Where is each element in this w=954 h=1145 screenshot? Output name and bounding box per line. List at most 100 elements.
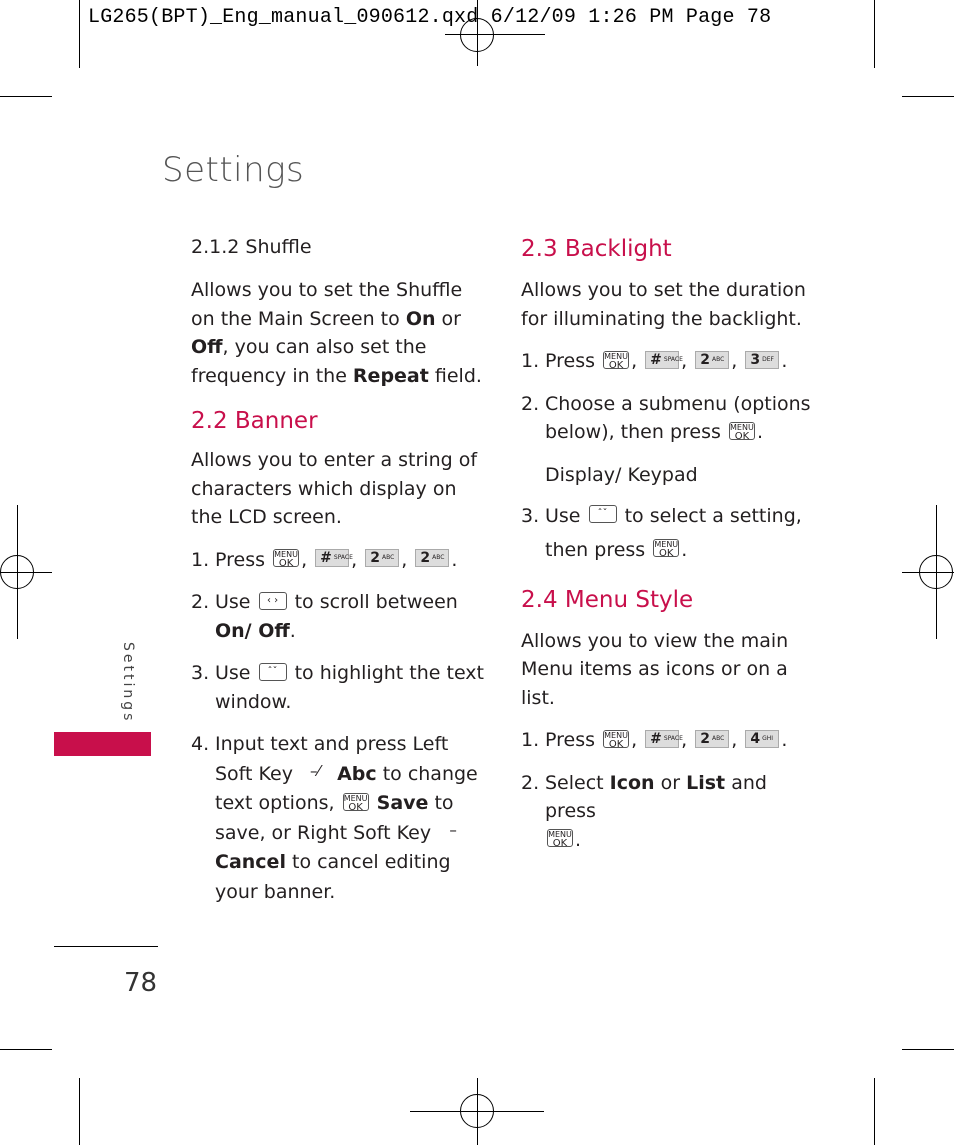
text: or [435,307,461,330]
text: field. [428,364,482,387]
menu-ok-key-icon: MENU OK [603,350,630,371]
step-text: Press MENU OK, # SPACE, 2 ABC, 2 ABC. [215,548,458,571]
crop-mark [0,96,52,97]
label-cancel: Cancel [215,851,286,873]
footer-rule [54,946,158,947]
key-sub: ABC [712,355,725,363]
key-main: OK [278,558,294,569]
menu-ok-key-icon: MENU OK [273,549,300,569]
key-main: OK [552,838,568,849]
text: Press [545,350,596,372]
text: or [660,771,681,794]
step: 3. Use ˆˇ to select a setting, then press… [521,499,811,567]
menu-ok-key-icon: MENU OK [342,792,369,812]
right-column: 2.3 Backlight Allows you to set the dura… [521,234,811,854]
step-number: 1. [521,350,540,372]
step: 2. Use ‹ › to scroll between On/ Off. [191,588,491,645]
key-main: 3 [750,351,761,368]
menu-ok-key-icon: MENU OK [653,539,680,559]
page-number: 78 [124,968,158,998]
section-heading: 2.3 Backlight [521,236,672,262]
backlight-description: Allows you to set the duration for illum… [521,279,806,330]
crop-mark [902,1049,954,1050]
key-2-icon: 2 ABC [695,350,730,369]
left-soft-key-icon: –⁄ [310,762,321,780]
key-2-icon: 2 ABC [415,549,450,567]
menu-ok-key-icon: MENU OK [547,829,573,849]
key-sub: GHI [762,734,774,742]
crop-mark [874,1078,875,1145]
section-heading: 2.4 Menu Style [521,586,694,613]
text: then press [545,538,646,561]
label-save: Save [376,792,429,814]
section-heading: 2.2 Banner [191,408,318,434]
text: Press [545,729,596,751]
space-key-icon: # SPACE [315,549,353,567]
step-number: 4. [191,733,210,755]
side-tab-marker [54,732,151,756]
page-title: Settings [162,150,305,190]
space-key-icon: # SPACE [645,350,683,369]
step-number: 1. [521,729,540,751]
field-repeat: Repeat [352,364,429,387]
key-main: OK [608,359,624,371]
step-text: Use ‹ › to scroll between On/ Off. [215,591,458,642]
step: 1. Press MENU OK, # SPACE, 2 ABC, 2 ABC. [191,546,491,575]
step-number: 2. [521,392,540,415]
key-main: 4 [750,730,761,747]
nav-up-down-key-icon: ˆˇ [258,662,287,681]
step-number: 2. [191,591,210,613]
registration-mark [919,555,953,589]
key-main: OK [659,548,674,559]
key-main: # [320,550,332,566]
section-heading: 2.1.2 Shuffle [191,236,312,258]
menu-ok-key-icon: MENU OK [603,729,630,749]
key-sub: ABC [432,554,445,561]
nav-left-right-key-icon: ‹ › [258,591,287,610]
key-2-icon: 2 ABC [365,549,400,567]
step-number: 3. [521,504,540,527]
label-abc: Abc [337,762,377,785]
key-sub: SPACE [663,734,683,742]
key-main: 2 [420,550,431,566]
key-main: OK [734,430,750,442]
step-text: Select Icon or List and press MENU OK. [545,771,767,851]
step-text: Choose a submenu (options below), then p… [545,392,811,444]
crop-mark [79,0,80,68]
crop-mark [0,1049,52,1050]
registration-mark [0,555,34,589]
step-number: 1. [191,548,210,571]
option-icon: Icon [609,771,655,794]
key-main: 2 [370,550,380,566]
step-number: 3. [191,662,210,684]
registration-mark [460,1094,494,1128]
side-tab-label: Settings [120,642,136,724]
key-sub: ABC [712,734,725,742]
step: 2. Choose a submenu (options below), the… [521,390,811,447]
space-key-icon: # SPACE [645,729,683,748]
step-text: Use ˆˇ to select a setting, then press ME… [545,504,802,561]
key-sub: DEF [762,355,774,363]
text: Choose a submenu (options below), then p… [545,392,811,444]
submenu-options: Display/ Keypad [545,463,698,486]
key-sub: SPACE [333,554,353,561]
text: to highlight the text window. [215,662,484,713]
step: 1. Press MENU OK, # SPACE, 2 ABC, 4 GHI. [521,726,811,755]
key-3-icon: 3 DEF [745,350,780,369]
nav-up-down-key-icon: ˆˇ [588,505,617,523]
key-main: 2 [700,351,710,368]
print-slug: LG265(BPT)_Eng_manual_090612.qxd 6/12/09… [88,6,772,29]
text: Select [545,771,604,794]
step: 2. Select Icon or List and press MENU OK. [521,769,811,855]
key-main: 2 [700,730,710,747]
text: Use [215,591,251,613]
crop-mark [902,96,954,97]
key-4-icon: 4 GHI [745,729,780,748]
banner-description: Allows you to enter a string of characte… [191,449,478,528]
menu-style-description: Allows you to view the main Menu items a… [521,629,789,709]
option-list: List [686,771,726,794]
step-text: Input text and press Left Soft Key –⁄ Ab… [215,730,491,907]
step-text: Use ˆˇ to highlight the text window. [215,659,491,716]
step-text: Press MENU OK, # SPACE, 2 ABC, 4 GHI. [545,729,788,751]
step-number: 2. [521,771,540,794]
